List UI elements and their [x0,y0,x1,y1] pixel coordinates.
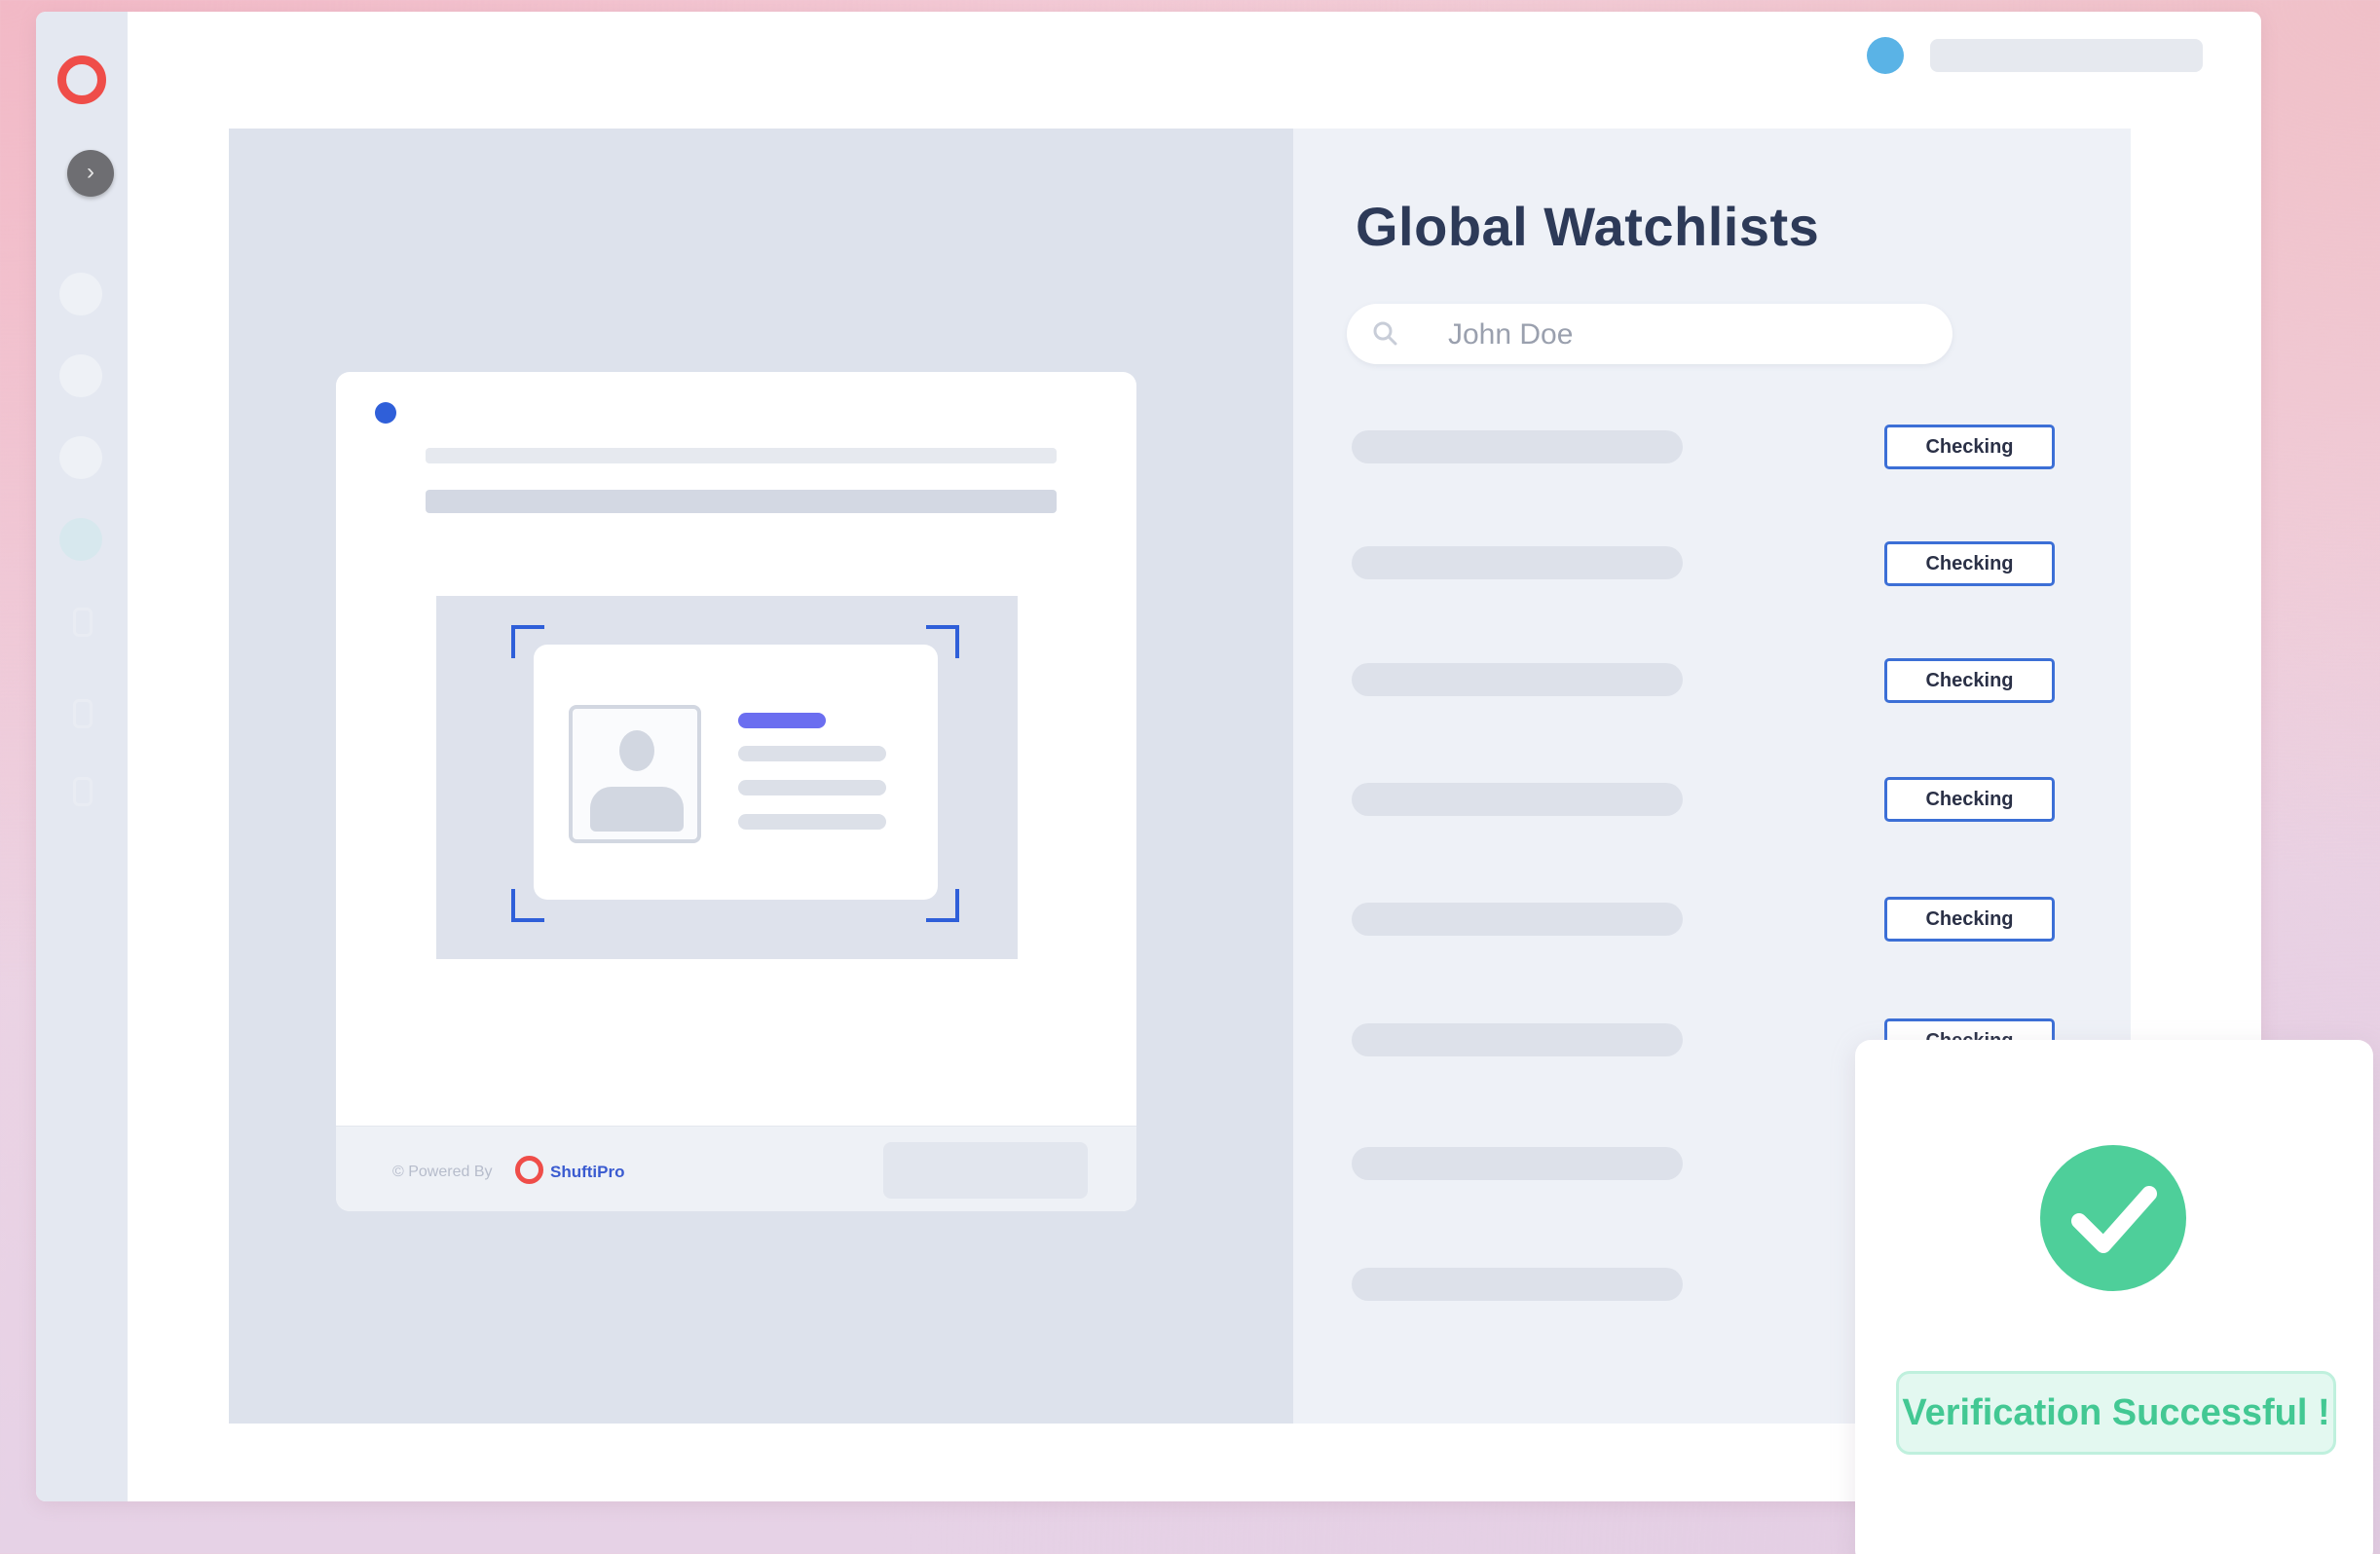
id-photo-head [619,730,654,771]
powered-by-label: © Powered By [392,1164,493,1180]
continue-button[interactable] [883,1142,1088,1199]
search-icon [1373,321,1397,346]
brand-name[interactable]: ShuftiPro [550,1163,625,1182]
watchlist-row-name [1352,1023,1683,1056]
search-input[interactable]: John Doe [1347,304,1952,364]
document-scan-area [436,596,1018,959]
id-detail-line [738,746,886,761]
checking-status-badge: Checking [1884,425,2055,469]
watchlist-row-name [1352,1268,1683,1301]
id-detail-line [738,814,886,830]
checking-status-badge: Checking [1884,777,2055,822]
user-name-placeholder [1930,39,2203,72]
watchlist-row-name [1352,430,1683,463]
checking-status-badge: Checking [1884,541,2055,586]
watchlist-row-name [1352,546,1683,579]
id-detail-line [738,780,886,796]
watchlist-row-name [1352,783,1683,816]
status-dot [375,402,396,424]
sidebar [36,12,128,1501]
card-footer: © Powered By ShuftiPro [336,1126,1136,1211]
sidebar-item-1[interactable] [59,273,102,315]
success-message-badge: Verification Successful ! [1896,1371,2336,1455]
user-avatar[interactable] [1867,37,1904,74]
id-card-illustration [534,645,938,900]
card-heading-placeholder [426,448,1057,463]
checkmark-icon [2040,1145,2186,1291]
sidebar-item-active[interactable] [59,518,102,561]
watchlist-row-name [1352,663,1683,696]
id-name-line [738,713,826,728]
sidebar-item-6[interactable] [73,777,93,806]
shuftipro-logo-icon[interactable] [57,56,106,104]
search-value: John Doe [1448,318,1574,351]
shuftipro-footer-logo-icon [515,1156,543,1184]
card-subheading-placeholder [426,490,1057,513]
id-photo-icon [569,705,701,843]
verification-success-popup: Verification Successful ! [1855,1040,2373,1554]
sidebar-item-5[interactable] [73,699,93,728]
watchlist-row-name [1352,903,1683,936]
sidebar-item-3[interactable] [59,436,102,479]
page-title: Global Watchlists [1356,196,1820,257]
checking-status-badge: Checking [1884,658,2055,703]
verification-card: © Powered By ShuftiPro [336,372,1136,1211]
checking-status-badge: Checking [1884,897,2055,942]
verification-panel: © Powered By ShuftiPro [229,129,1293,1424]
chevron-right-icon[interactable]: › [67,150,114,197]
sidebar-item-2[interactable] [59,354,102,397]
id-photo-body [590,787,684,832]
sidebar-item-4[interactable] [73,608,93,637]
watchlist-row-name [1352,1147,1683,1180]
